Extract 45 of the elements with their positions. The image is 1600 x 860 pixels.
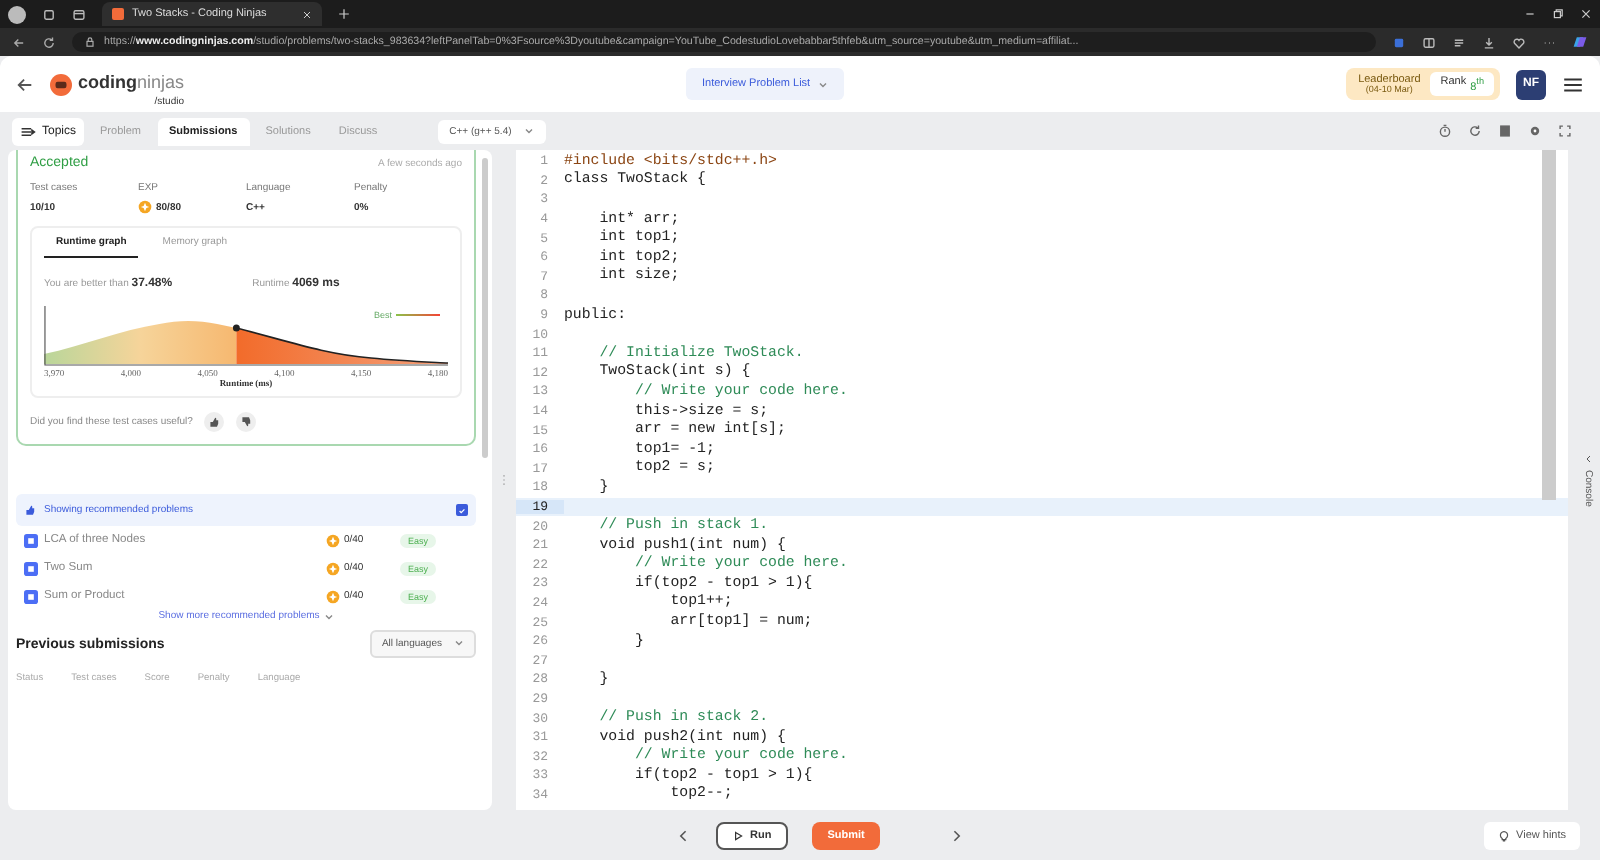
previous-button[interactable] [676,827,692,843]
restore-icon[interactable] [1552,8,1564,20]
caret-icon [818,79,829,89]
profile-avatar[interactable] [8,5,26,23]
settings-icon[interactable] [1528,124,1542,138]
back-icon[interactable] [12,35,26,49]
next-button[interactable] [948,827,965,843]
caret-icon [523,125,534,135]
back-arrow-icon[interactable] [16,75,34,93]
thumbs-up-icon [208,416,221,428]
thumbs-down-icon [240,416,253,428]
minimize-icon[interactable] [1524,8,1536,20]
close-icon[interactable] [302,9,312,19]
menu-icon[interactable] [1562,73,1584,95]
coin-icon [325,561,340,575]
lock-icon [84,36,96,48]
thumbs-up-button[interactable] [204,412,225,432]
chevron-right-icon [948,827,965,843]
chevron-left-icon [676,827,692,843]
thumbs-down-button[interactable] [236,412,257,432]
thumbs-up-icon [24,504,36,516]
coin-icon [325,533,340,547]
timer-icon[interactable] [1438,124,1452,138]
topics-icon [20,123,36,139]
reset-icon[interactable] [1468,124,1482,138]
new-tab-icon[interactable] [338,8,350,20]
fullscreen-icon[interactable] [1558,124,1572,138]
scrollbar[interactable] [1542,150,1556,500]
refresh-icon[interactable] [42,35,56,49]
close-icon[interactable] [1580,8,1592,20]
checkbox[interactable] [456,504,468,516]
split-screen-icon[interactable] [1422,35,1436,49]
workspaces-icon[interactable] [42,7,56,21]
logo-icon [50,73,72,95]
download-icon[interactable] [1482,35,1496,49]
tab-actions-icon[interactable] [72,7,86,21]
coin-icon [138,200,152,214]
lightbulb-icon [1498,829,1511,841]
coin-icon [325,589,340,603]
caret-icon [323,611,334,621]
caret-icon [454,638,464,648]
play-icon [732,829,744,841]
scrollbar[interactable] [482,158,488,458]
heart-icon[interactable] [1512,35,1526,49]
drag-handle-icon[interactable] [498,474,510,486]
